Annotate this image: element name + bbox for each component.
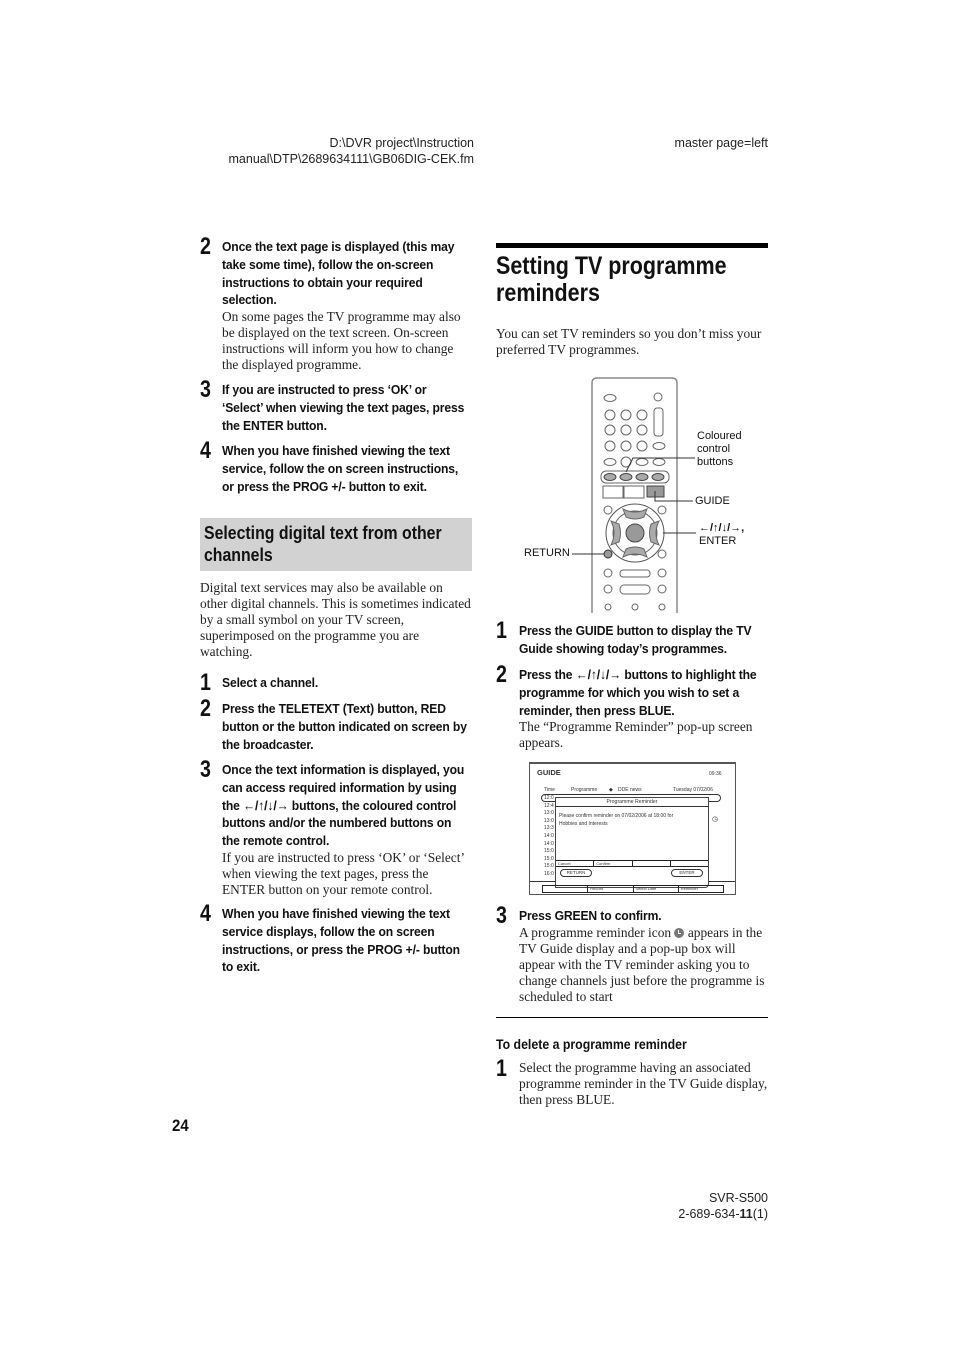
footer-model-info: SVR-S500 2-689-634-11(1): [600, 1190, 768, 1222]
option-cancel[interactable]: Cancel: [556, 861, 595, 866]
master-page-label: master page=left: [674, 136, 768, 150]
time-slot: 12:0: [544, 795, 554, 801]
step-number: 3: [496, 902, 507, 929]
tv-guide-screenshot: GUIDE 09:36 Time Programme ◆ DDE news Tu…: [529, 762, 736, 895]
step-instruction: Press GREEN to confirm.: [519, 908, 662, 923]
page-number: 24: [172, 1116, 189, 1135]
step-number: 1: [496, 617, 507, 644]
popup-enter-button[interactable]: ENTER: [671, 869, 703, 877]
col-programme: Programme: [571, 787, 598, 793]
delete-heading: To delete a programme reminder: [496, 1036, 687, 1052]
enter-button: [625, 523, 645, 543]
popup-message: Please confirm reminder on 07/02/2006 at…: [559, 813, 674, 819]
coloured-control-buttons: [603, 473, 665, 481]
callout-return: RETURN: [524, 547, 570, 559]
callout-coloured-buttons: Coloured control buttons: [697, 430, 742, 468]
step-instruction: When you have finished viewing the text …: [222, 443, 459, 494]
step-number: 1: [200, 669, 211, 696]
step-number: 2: [200, 233, 211, 260]
page-title: Setting TV programme reminders: [496, 252, 727, 307]
option-empty[interactable]: [633, 861, 671, 866]
time-slot: 14:0: [544, 833, 554, 839]
title-bar: [496, 243, 768, 248]
time-slot: 13:0: [544, 817, 554, 824]
remote-control-illustration: [572, 377, 696, 613]
section-title: Selecting digital text from other channe…: [204, 523, 442, 565]
return-button: [603, 549, 613, 559]
programme-reminder-popup: Programme Reminder Please confirm remind…: [555, 797, 709, 888]
callout-arrows: ←/↑/↓/→,: [699, 522, 745, 534]
document-code: 2-689-634-11(1): [678, 1207, 768, 1221]
step-instruction: Once the text page is displayed (this ma…: [222, 239, 455, 308]
reminder-icon: ◷: [712, 816, 719, 823]
popup-programme: Hobbies and Interests: [559, 821, 608, 827]
step-number: 3: [200, 376, 211, 403]
button-oval: [603, 394, 617, 402]
popup-title: Programme Reminder: [606, 799, 658, 805]
step-number: 2: [496, 661, 507, 688]
model-number: SVR-S500: [708, 1191, 768, 1205]
popup-return-button[interactable]: RETURN: [560, 869, 592, 877]
channel-icon: ◆: [609, 787, 613, 793]
intro-text: You can set TV reminders so you don’t mi…: [496, 326, 762, 357]
step-note: If you are instructed to press ‘OK’ or ‘…: [222, 849, 464, 897]
option-blank[interactable]: [543, 886, 589, 892]
popup-options: Cancel Confirm: [556, 860, 708, 867]
callout-enter: ENTER: [699, 535, 737, 547]
guide-bottom-options: Record Select Date Reminder: [542, 885, 724, 893]
file-path-line2: manual\DTP\2689634111\GB06DIG-CEK.fm: [228, 152, 475, 166]
step-number: 4: [200, 437, 211, 464]
reminder-clock-icon: [674, 927, 685, 938]
option-empty[interactable]: [671, 861, 708, 866]
file-path-line1: D:\DVR project\Instruction: [329, 136, 475, 150]
step-instruction: Select a channel.: [222, 675, 319, 690]
time-slot: 15:0: [544, 855, 554, 862]
file-path: D:\DVR project\Instruction manual\DTP\26…: [200, 135, 475, 167]
option-reminder[interactable]: Reminder: [679, 886, 723, 892]
time-slot: 15:0: [544, 848, 554, 855]
step-instruction: Press the TELETEXT (Text) button, RED bu…: [222, 701, 467, 752]
col-time: Time: [544, 787, 555, 793]
step-instruction: If you are instructed to press ‘OK’ or ‘…: [222, 382, 465, 433]
time-slot: 16:0: [544, 871, 554, 877]
callout-guide: GUIDE: [695, 495, 730, 507]
step-instruction: Press the ←/↑/↓/→ buttons to highlight t…: [519, 667, 757, 718]
time-slot: 14:0: [544, 840, 554, 847]
step-instruction: Once the text information is displayed, …: [222, 762, 465, 849]
time-slot: 13:0: [544, 810, 554, 817]
step-instruction: Press the GUIDE button to display the TV…: [519, 623, 752, 656]
guide-date: Tuesday 07/02/06: [673, 787, 713, 793]
step-instruction: Select the programme having an associate…: [519, 1060, 768, 1107]
step-note: The “Programme Reminder” pop-up screen a…: [519, 719, 753, 751]
guide-title: GUIDE: [537, 768, 561, 777]
step-number: 4: [200, 900, 211, 927]
step-number: 1: [496, 1055, 507, 1082]
button-power: [653, 392, 663, 402]
step-number: 3: [200, 756, 211, 783]
section-header: Selecting digital text from other channe…: [200, 518, 472, 571]
option-select-date[interactable]: Select Date: [634, 886, 679, 892]
step-note: A programme reminder icon appears in the…: [519, 924, 765, 1004]
time-slot: 12:4: [544, 802, 554, 809]
option-record[interactable]: Record: [588, 886, 634, 892]
guide-clock: 09:36: [709, 771, 722, 777]
step-instruction: When you have finished viewing the text …: [222, 906, 460, 975]
time-slot: 13:3: [544, 825, 554, 832]
step-note: On some pages the TV programme may also …: [222, 309, 461, 373]
step-number: 2: [200, 695, 211, 722]
channel-name: DDE news: [618, 787, 642, 793]
time-slot: 15:0: [544, 863, 554, 870]
section-intro: Digital text services may also be availa…: [200, 580, 471, 659]
option-confirm[interactable]: Confirm: [594, 861, 633, 866]
section-divider: [496, 1017, 768, 1018]
